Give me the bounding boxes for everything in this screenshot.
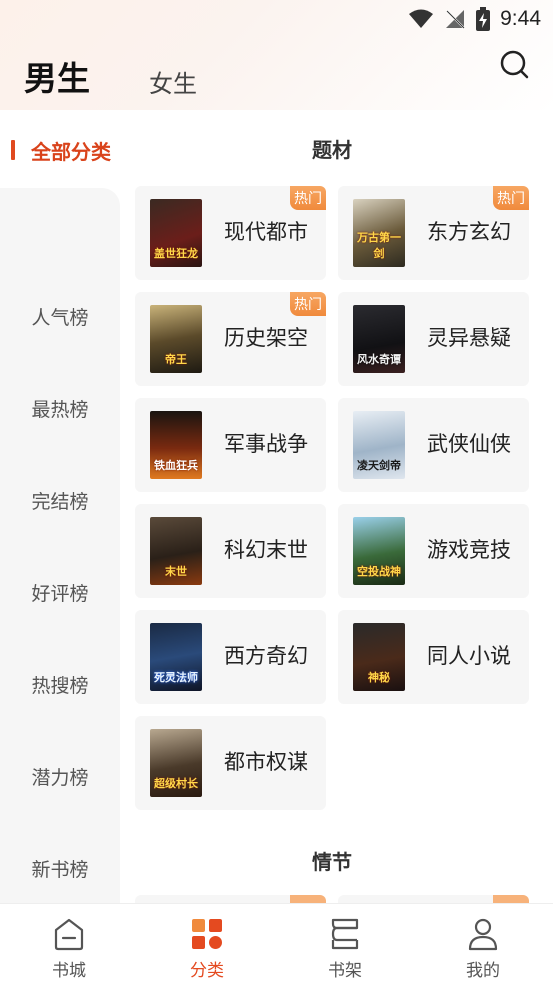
cover-title: 万古第一剑: [357, 231, 401, 260]
book-cover: 死灵法师: [150, 623, 202, 691]
wifi-icon: [409, 9, 434, 28]
sidebar-item-potential[interactable]: 潜力榜: [0, 746, 120, 806]
category-card-modern-city[interactable]: 盖世狂龙 现代都市 热门: [135, 186, 326, 280]
cover-title: 神秘: [368, 671, 390, 684]
search-icon: [500, 50, 529, 79]
section-title-plot: 情节: [312, 850, 352, 874]
category-card-supernatural-mystery[interactable]: 风水奇谭 灵异悬疑: [338, 292, 529, 386]
category-label: 西方奇幻: [224, 644, 308, 668]
category-label: 现代都市: [224, 220, 308, 244]
category-card-alternate-history[interactable]: 帝王 历史架空 热门: [135, 292, 326, 386]
category-label: 东方玄幻: [427, 220, 511, 244]
book-cover: 末世: [150, 517, 202, 585]
book-cover: 空投战神: [353, 517, 405, 585]
sidebar-item-top-rated[interactable]: 好评榜: [0, 562, 120, 622]
cover-title: 风水奇谭: [357, 353, 401, 366]
sidebar-item-popular[interactable]: 人气榜: [0, 286, 120, 346]
cover-title: 帝王: [165, 353, 187, 366]
book-cover: 万古第一剑: [353, 199, 405, 267]
bottom-navigation: 书城 分类 书架 我的: [0, 903, 553, 983]
category-card-military-war[interactable]: 铁血狂兵 军事战争: [135, 398, 326, 492]
category-label: 军事战争: [224, 432, 308, 456]
hot-badge: 热门: [493, 186, 529, 210]
nav-profile[interactable]: 我的: [414, 904, 552, 983]
cover-title: 铁血狂兵: [154, 459, 198, 472]
book-cover: 帝王: [150, 305, 202, 373]
tab-female[interactable]: 女生: [149, 64, 197, 99]
bookstore-icon: [54, 918, 84, 951]
category-sidebar: 全部分类 人气榜 最热榜 完结榜 好评榜 热搜榜 潜力榜 新书榜: [0, 108, 120, 903]
nav-label: 分类: [190, 961, 224, 981]
section-title-genre: 题材: [312, 138, 352, 162]
sidebar-item-all[interactable]: 全部分类: [0, 128, 120, 172]
book-cover: 神秘: [353, 623, 405, 691]
user-icon: [468, 918, 498, 951]
category-label: 同人小说: [427, 644, 511, 668]
hot-badge: 热门: [290, 292, 326, 316]
status-time: 9:44: [500, 7, 541, 30]
nav-label: 书架: [328, 961, 362, 981]
sidebar-item-hottest[interactable]: 最热榜: [0, 378, 120, 438]
category-card-western-fantasy[interactable]: 死灵法师 西方奇幻: [135, 610, 326, 704]
cover-title: 空投战神: [357, 565, 401, 578]
sidebar-item-hot-search[interactable]: 热搜榜: [0, 654, 120, 714]
cover-title: 盖世狂龙: [154, 247, 198, 260]
bookshelf-icon: [331, 918, 359, 950]
hot-badge-partial: [290, 895, 326, 903]
category-label: 武侠仙侠: [427, 432, 511, 456]
active-indicator: [11, 140, 15, 160]
sidebar-item-completed[interactable]: 完结榜: [0, 470, 120, 530]
cover-title: 死灵法师: [154, 671, 198, 684]
book-cover: 铁血狂兵: [150, 411, 202, 479]
category-label: 都市权谋: [224, 750, 308, 774]
category-card-scifi-apocalypse[interactable]: 末世 科幻末世: [135, 504, 326, 598]
cover-title: 末世: [165, 565, 187, 578]
cover-title: 凌天剑帝: [357, 459, 401, 472]
category-label: 历史架空: [224, 326, 308, 350]
book-cover: 超级村长: [150, 729, 202, 797]
ranking-list: 人气榜 最热榜 完结榜 好评榜 热搜榜 潜力榜 新书榜: [0, 188, 120, 903]
top-header: 男生 女生: [0, 38, 553, 108]
book-cover: 凌天剑帝: [353, 411, 405, 479]
category-icon: [192, 919, 222, 949]
nav-label: 书城: [52, 961, 86, 981]
nav-bookstore[interactable]: 书城: [0, 904, 138, 983]
book-cover: 风水奇谭: [353, 305, 405, 373]
hot-badge-partial: [493, 895, 529, 903]
category-card-gaming-esports[interactable]: 空投战神 游戏竞技: [338, 504, 529, 598]
search-button[interactable]: [497, 48, 533, 84]
sidebar-item-label: 全部分类: [31, 139, 111, 164]
book-cover: 盖世狂龙: [150, 199, 202, 267]
status-bar: 9:44: [0, 0, 553, 38]
category-label: 灵异悬疑: [427, 326, 511, 350]
category-card-fan-fiction[interactable]: 神秘 同人小说: [338, 610, 529, 704]
category-label: 科幻末世: [224, 538, 308, 562]
nav-category[interactable]: 分类: [138, 904, 276, 983]
battery-charging-icon: [476, 7, 491, 31]
tab-male[interactable]: 男生: [24, 52, 90, 100]
category-card-eastern-fantasy[interactable]: 万古第一剑 东方玄幻 热门: [338, 186, 529, 280]
nav-label: 我的: [466, 961, 500, 981]
nav-bookshelf[interactable]: 书架: [276, 904, 414, 983]
sidebar-item-new-books[interactable]: 新书榜: [0, 838, 120, 898]
cover-title: 超级村长: [154, 777, 198, 790]
no-signal-icon: [446, 10, 465, 29]
category-card-urban-politics[interactable]: 超级村长 都市权谋: [135, 716, 326, 810]
hot-badge: 热门: [290, 186, 326, 210]
category-card-wuxia-xianxia[interactable]: 凌天剑帝 武侠仙侠: [338, 398, 529, 492]
category-label: 游戏竞技: [427, 538, 511, 562]
